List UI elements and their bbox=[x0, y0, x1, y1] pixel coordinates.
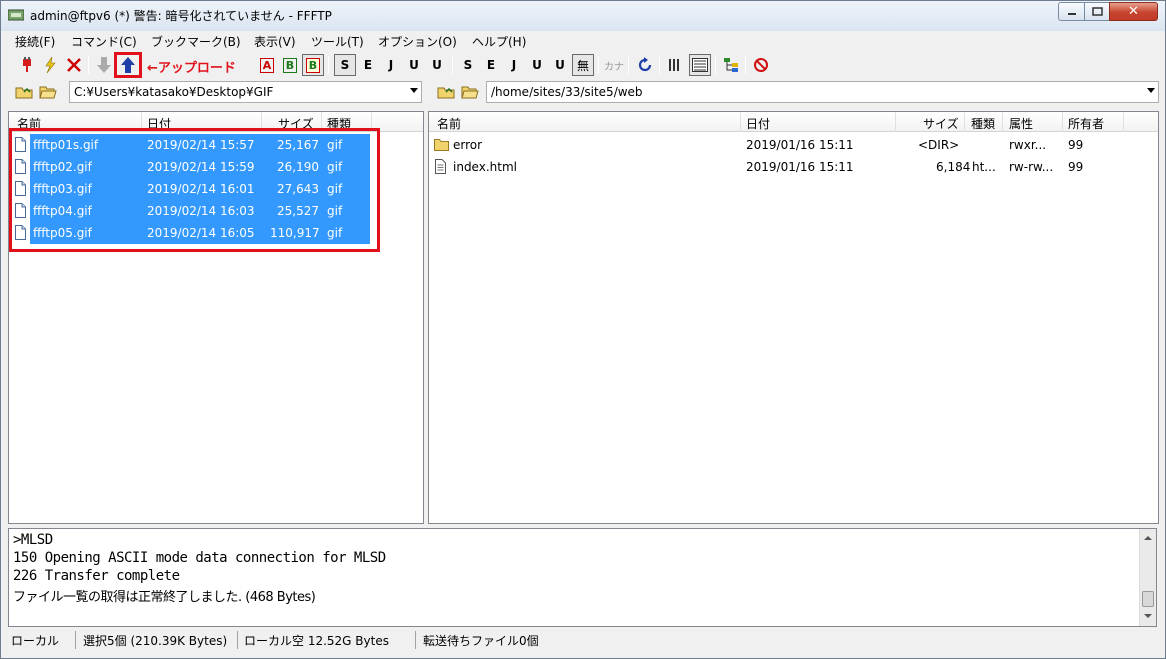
maximize-button[interactable] bbox=[1084, 2, 1110, 21]
remote-euc-button[interactable]: E bbox=[480, 54, 502, 76]
download-button[interactable] bbox=[93, 54, 115, 76]
chevron-down-icon[interactable] bbox=[410, 88, 418, 93]
minimize-button[interactable] bbox=[1058, 2, 1085, 21]
no-conversion-button[interactable]: 無 bbox=[572, 54, 594, 76]
status-selection: 選択5個 (210.39K Bytes) bbox=[83, 634, 228, 648]
detail-view-icon bbox=[692, 58, 708, 72]
local-open-folder-button[interactable] bbox=[37, 81, 59, 103]
ascii-mode-button[interactable]: A bbox=[256, 54, 278, 76]
close-icon: ✕ bbox=[1128, 4, 1139, 19]
col-attr[interactable]: 属性 bbox=[1009, 115, 1033, 132]
down-arrow-icon bbox=[97, 57, 111, 73]
menu-tools[interactable]: ツール(T) bbox=[311, 33, 364, 50]
title-bar: admin@ftpv6 (*) 警告: 暗号化されていません - FFFTP ✕ bbox=[1, 1, 1165, 31]
log-scrollbar[interactable] bbox=[1139, 529, 1156, 626]
log-line: >MLSD bbox=[13, 532, 53, 548]
lightning-icon bbox=[45, 57, 56, 73]
local-path-bar: C:¥Users¥katasako¥Desktop¥GIF bbox=[11, 81, 423, 103]
local-utf8bom-button[interactable]: U bbox=[426, 54, 448, 76]
remote-utf8-button[interactable]: U bbox=[526, 54, 548, 76]
close-button[interactable]: ✕ bbox=[1109, 2, 1158, 21]
menu-bar: 接続(F) コマンド(C) ブックマーク(B) 表示(V) ツール(T) オプシ… bbox=[2, 31, 1164, 50]
col-date[interactable]: 日付 bbox=[746, 115, 770, 132]
status-bar: ローカル 選択5個 (210.39K Bytes) ローカル空 12.52G B… bbox=[2, 629, 1164, 651]
window-title: admin@ftpv6 (*) 警告: 暗号化されていません - FFFTP bbox=[30, 9, 332, 23]
detail-view-button[interactable] bbox=[689, 54, 711, 76]
connect-button[interactable] bbox=[16, 54, 38, 76]
remote-jis-button[interactable]: J bbox=[503, 54, 525, 76]
file-icon bbox=[435, 159, 446, 174]
remote-sjis-button[interactable]: S bbox=[457, 54, 479, 76]
log-line: 150 Opening ASCII mode data connection f… bbox=[13, 550, 386, 566]
auto-mode-button[interactable]: B bbox=[302, 54, 324, 76]
local-utf8-button[interactable]: U bbox=[403, 54, 425, 76]
log-line: 226 Transfer complete bbox=[13, 568, 180, 584]
remote-open-folder-button[interactable] bbox=[459, 81, 481, 103]
status-free-space: ローカル空 12.52G Bytes bbox=[244, 634, 389, 648]
sync-tree-icon bbox=[724, 58, 738, 72]
local-sjis-button[interactable]: S bbox=[334, 54, 356, 76]
plug-icon bbox=[23, 57, 31, 72]
folder-open-icon bbox=[39, 86, 57, 99]
ffftp-window: admin@ftpv6 (*) 警告: 暗号化されていません - FFFTP ✕… bbox=[0, 0, 1166, 659]
sync-button[interactable] bbox=[720, 54, 742, 76]
selection-highlight-box bbox=[9, 128, 380, 252]
remote-file-list[interactable]: 名前 日付 サイズ 種類 属性 所有者 error 2019/01/16 15:… bbox=[428, 111, 1159, 524]
maximize-icon bbox=[1091, 7, 1103, 16]
binary-mode-button[interactable]: B bbox=[279, 54, 301, 76]
toolbar: ←アップロード A B B S E J U U S E J U U 無 カナ bbox=[2, 51, 1164, 79]
menu-command[interactable]: コマンド(C) bbox=[71, 33, 137, 50]
remote-list-header: 名前 日付 サイズ 種類 属性 所有者 bbox=[429, 112, 1158, 132]
disconnect-icon bbox=[67, 58, 81, 72]
menu-help[interactable]: ヘルプ(H) bbox=[472, 33, 526, 50]
local-path-field[interactable]: C:¥Users¥katasako¥Desktop¥GIF bbox=[69, 81, 422, 103]
minimize-icon bbox=[1067, 12, 1076, 15]
app-icon bbox=[8, 9, 24, 21]
col-owner[interactable]: 所有者 bbox=[1068, 115, 1104, 132]
folder-open-icon bbox=[461, 86, 479, 99]
remote-utf8bom-button[interactable]: U bbox=[549, 54, 571, 76]
table-row[interactable]: index.html 2019/01/16 15:11 6,184 ht... … bbox=[429, 156, 1158, 178]
upload-highlight-box bbox=[114, 52, 142, 78]
kana-conversion-button[interactable]: カナ bbox=[603, 54, 625, 76]
status-side: ローカル bbox=[11, 634, 60, 648]
upload-annotation: ←アップロード bbox=[147, 61, 236, 76]
local-jis-button[interactable]: J bbox=[380, 54, 402, 76]
menu-view[interactable]: 表示(V) bbox=[254, 33, 296, 50]
col-size[interactable]: サイズ bbox=[923, 115, 959, 132]
remote-path-bar: /home/sites/33/site5/web bbox=[431, 81, 1159, 103]
log-panel[interactable]: >MLSD 150 Opening ASCII mode data connec… bbox=[8, 528, 1157, 627]
remote-path-field[interactable]: /home/sites/33/site5/web bbox=[486, 81, 1159, 103]
stop-icon bbox=[754, 58, 768, 72]
col-type[interactable]: 種類 bbox=[971, 115, 995, 132]
table-row[interactable]: error 2019/01/16 15:11 <DIR> rwxr... 99 bbox=[429, 134, 1158, 156]
menu-connect[interactable]: 接続(F) bbox=[15, 33, 55, 50]
folder-up-icon bbox=[437, 87, 455, 99]
disconnect-button[interactable] bbox=[63, 54, 85, 76]
scroll-thumb[interactable] bbox=[1142, 591, 1154, 607]
log-line: ファイル一覧の取得は正常終了しました. (468 Bytes) bbox=[13, 590, 316, 605]
refresh-icon bbox=[638, 57, 652, 72]
list-view-button[interactable] bbox=[664, 54, 686, 76]
status-queue: 転送待ちファイル0個 bbox=[423, 634, 539, 648]
col-name[interactable]: 名前 bbox=[437, 115, 461, 132]
stop-button[interactable] bbox=[750, 54, 772, 76]
refresh-button[interactable] bbox=[634, 54, 656, 76]
scroll-up-icon[interactable] bbox=[1140, 531, 1156, 545]
folder-up-icon bbox=[15, 87, 33, 99]
menu-options[interactable]: オプション(O) bbox=[378, 33, 457, 50]
folder-icon bbox=[434, 139, 449, 151]
list-view-icon bbox=[669, 59, 679, 71]
chevron-down-icon[interactable] bbox=[1147, 88, 1155, 93]
remote-up-folder-button[interactable] bbox=[435, 81, 457, 103]
menu-bookmark[interactable]: ブックマーク(B) bbox=[151, 33, 241, 50]
quick-connect-button[interactable] bbox=[39, 54, 61, 76]
local-up-folder-button[interactable] bbox=[13, 81, 35, 103]
local-euc-button[interactable]: E bbox=[357, 54, 379, 76]
scroll-down-icon[interactable] bbox=[1140, 609, 1156, 623]
